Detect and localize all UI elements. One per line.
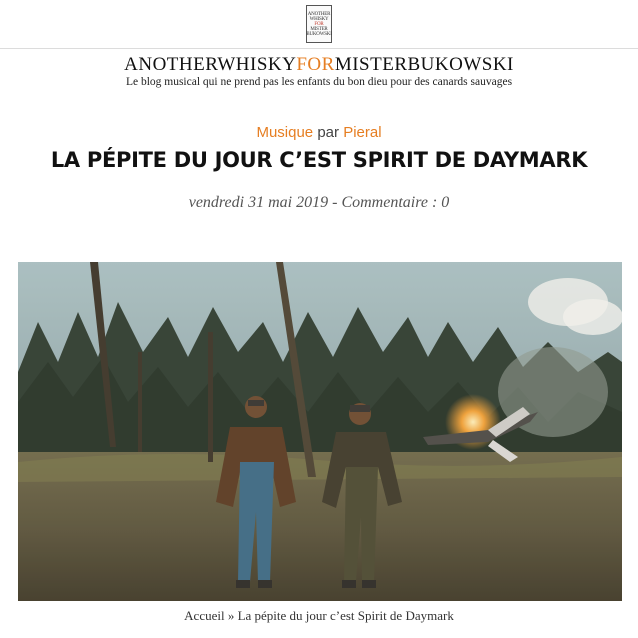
site-title-accent: FOR xyxy=(296,54,335,75)
site-title[interactable]: ANOTHERWHISKYFORMISTERBUKOWSKI xyxy=(0,54,638,76)
site-title-part1: ANOTHERWHISKY xyxy=(124,54,297,75)
breadcrumb-home-link[interactable]: Accueil xyxy=(184,608,224,623)
breadcrumb-separator: » xyxy=(224,608,238,623)
featured-image[interactable] xyxy=(18,262,622,601)
post-meta: vendredi 31 mai 2019 - Commentaire : 0 xyxy=(0,194,638,212)
by-label: par xyxy=(317,124,340,141)
breadcrumb: Accueil » La pépite du jour c’est Spirit… xyxy=(0,608,638,624)
post-category-line: Musique par Pieral xyxy=(0,124,638,141)
author-link[interactable]: Pieral xyxy=(343,124,381,141)
site-tagline: Le blog musical qui ne prend pas les enf… xyxy=(125,76,513,88)
site-title-part2: MISTERBUKOWSKI xyxy=(334,54,514,75)
category-link[interactable]: Musique xyxy=(256,124,313,141)
top-bar: ANOTHER WHISKY FOR MISTER BUKOWSKI xyxy=(0,0,638,49)
breadcrumb-current: La pépite du jour c’est Spirit de Daymar… xyxy=(237,608,454,623)
post-date: vendredi 31 mai 2019 xyxy=(188,194,329,211)
featured-image-art xyxy=(18,262,622,601)
meta-separator: - xyxy=(328,194,342,211)
site-logo[interactable]: ANOTHER WHISKY FOR MISTER BUKOWSKI xyxy=(306,5,332,43)
logo-line: BUKOWSKI xyxy=(306,31,332,37)
comments-link[interactable]: Commentaire : 0 xyxy=(341,194,449,211)
post-title: LA PÉPITE DU JOUR C’EST SPIRIT DE DAYMAR… xyxy=(50,148,588,172)
